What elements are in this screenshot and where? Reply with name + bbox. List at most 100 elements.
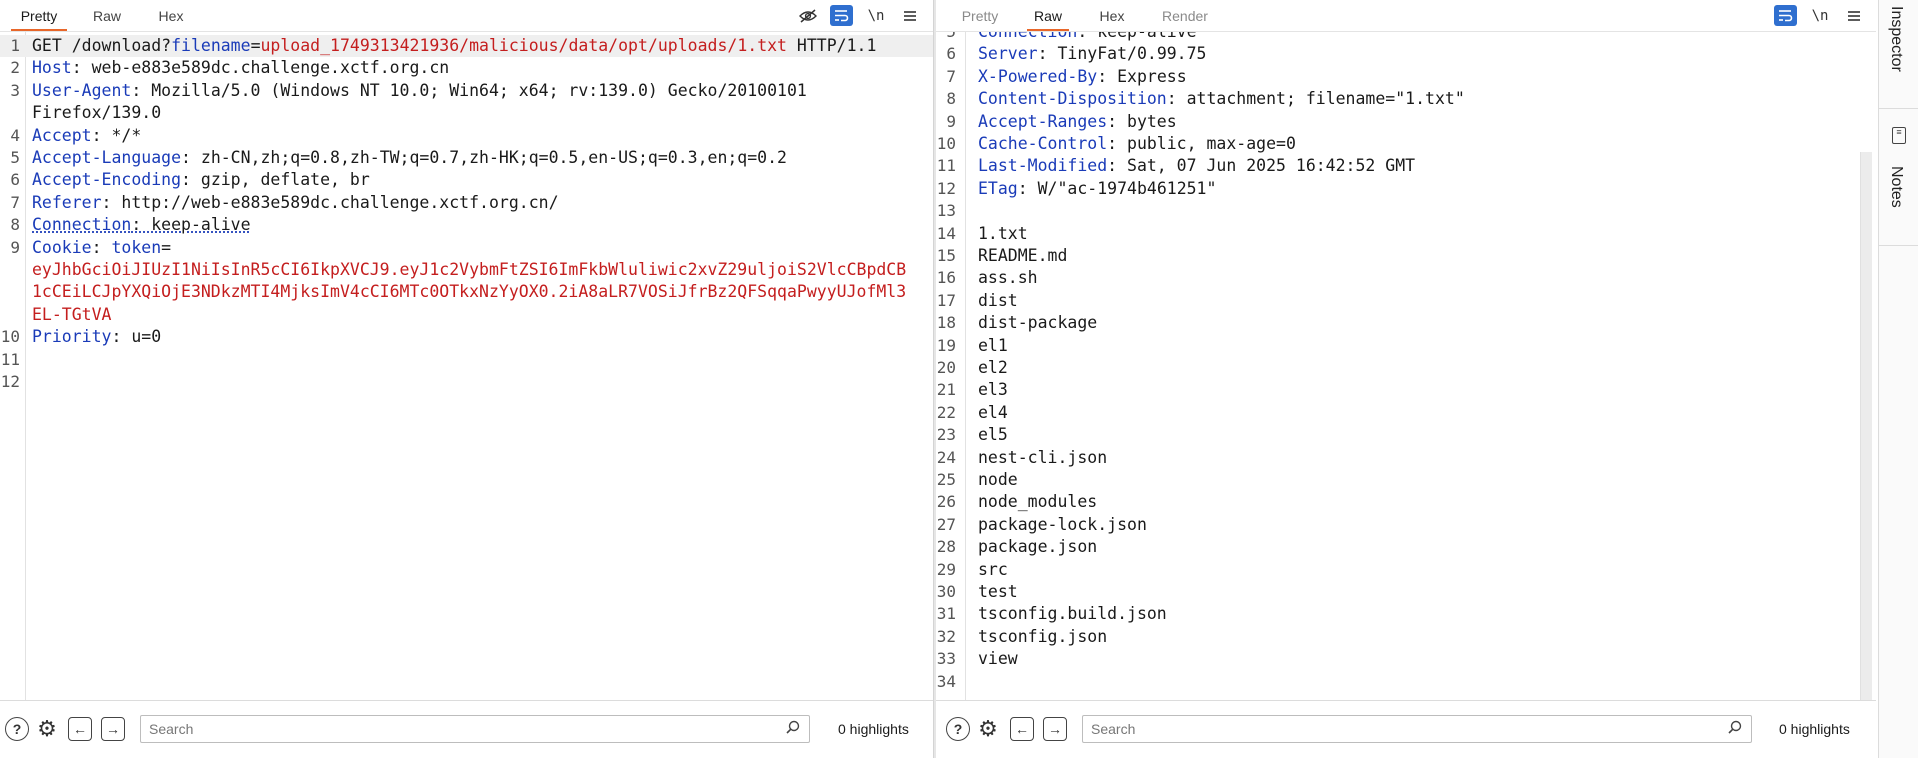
request-editor[interactable]: 1 GET /download?filename=upload_174931342… — [0, 32, 933, 700]
code-text: package.json — [978, 536, 1097, 558]
code-line[interactable]: 8 Content-Disposition: attachment; filena… — [936, 88, 1876, 110]
code-line[interactable]: 18 dist-package — [936, 312, 1876, 334]
line-number: 9 — [946, 111, 956, 131]
code-line[interactable]: 4 Accept: */* — [0, 125, 933, 147]
newline-toggle[interactable]: \n — [1808, 4, 1832, 28]
code-text: src — [978, 559, 1008, 581]
gear-icon[interactable]: ⚙ — [976, 716, 1000, 741]
code-line[interactable]: 5 Accept-Language: zh-CN,zh;q=0.8,zh-TW;q… — [0, 147, 933, 169]
code-line[interactable]: 27 package-lock.json — [936, 514, 1876, 536]
code-line[interactable]: 7 X-Powered-By: Express — [936, 66, 1876, 88]
line-number: 10 — [0, 327, 20, 347]
code-text: X-Powered-By: Express — [978, 66, 1187, 88]
code-line[interactable]: 25 node — [936, 469, 1876, 491]
code-text: Connection: keep-alive — [978, 32, 1197, 43]
tab-hex[interactable]: Hex — [1097, 7, 1127, 31]
code-line[interactable]: 23 el5 — [936, 424, 1876, 446]
code-line[interactable]: 5 Connection: keep-alive — [936, 32, 1876, 43]
code-text: Cookie: token= — [32, 237, 171, 259]
code-line[interactable]: 10 Priority: u=0 — [0, 326, 933, 348]
code-line[interactable]: 19 el1 — [936, 335, 1876, 357]
back-arrow-icon[interactable]: ← — [68, 717, 92, 741]
wrap-icon[interactable] — [1774, 5, 1797, 26]
forward-arrow-icon[interactable]: → — [101, 717, 125, 741]
code-line[interactable]: 2 Host: web-e883e589dc.challenge.xctf.org… — [0, 57, 933, 79]
code-line[interactable]: 20 el2 — [936, 357, 1876, 379]
code-line[interactable]: 9 Cookie: token= — [0, 237, 933, 259]
menu-icon[interactable] — [1842, 4, 1866, 28]
code-line[interactable]: 11 Last-Modified: Sat, 07 Jun 2025 16:42:… — [936, 155, 1876, 177]
tab-pretty[interactable]: Pretty — [11, 7, 67, 31]
forward-arrow-icon[interactable]: → — [1043, 717, 1067, 741]
code-line[interactable]: 30 test — [936, 581, 1876, 603]
notes-tab[interactable]: Notes — [1887, 166, 1905, 208]
code-line[interactable]: 17 dist — [936, 290, 1876, 312]
code-line[interactable]: 12 — [0, 371, 933, 393]
gear-icon[interactable]: ⚙ — [35, 716, 59, 741]
notes-icon[interactable]: ≡ — [1892, 127, 1906, 144]
code-line[interactable]: 22 el4 — [936, 402, 1876, 424]
code-line[interactable]: 21 el3 — [936, 379, 1876, 401]
response-editor[interactable]: 5 Connection: keep-alive 6 Server: TinyFat/… — [936, 32, 1876, 700]
tab-render[interactable]: Render — [1160, 7, 1210, 31]
token-text: EL-TGtVA — [32, 304, 112, 324]
code-line[interactable]: 1cCEiLCJpYXQiOjE3NDkzMTI4MjksImV4cCI6MTc… — [0, 281, 933, 303]
code-line[interactable]: EL-TGtVA — [0, 304, 933, 326]
code-line[interactable]: 10 Cache-Control: public, max-age=0 — [936, 133, 1876, 155]
sidebar-divider — [1879, 245, 1918, 246]
code-text: Server: TinyFat/0.99.75 — [978, 43, 1207, 65]
code-line[interactable]: 1 GET /download?filename=upload_174931342… — [0, 35, 933, 58]
code-line[interactable]: 31 tsconfig.build.json — [936, 603, 1876, 625]
code-line[interactable]: 29 src — [936, 559, 1876, 581]
code-line[interactable]: 7 Referer: http://web-e883e589dc.challeng… — [0, 192, 933, 214]
code-line[interactable]: 8 Connection: keep-alive — [0, 214, 933, 236]
help-icon[interactable]: ? — [5, 717, 29, 741]
tab-raw[interactable]: Raw — [1027, 7, 1069, 31]
search-input[interactable] — [1082, 715, 1752, 743]
code-line[interactable]: 15 README.md — [936, 245, 1876, 267]
code-line[interactable]: 34 — [936, 671, 1876, 693]
tab-hex[interactable]: Hex — [156, 7, 186, 31]
request-pane: Pretty Raw Hex \n 1 GET /download?filenam… — [0, 0, 934, 758]
token-text: : u=0 — [111, 327, 162, 347]
wrap-icon[interactable] — [830, 5, 853, 26]
response-pane: Pretty Raw Hex Render \n 5 Connection: ke… — [936, 0, 1876, 758]
code-line[interactable]: 3 User-Agent: Mozilla/5.0 (Windows NT 10.… — [0, 80, 933, 102]
response-search-bar: ? ⚙ ← → 0 highlights — [936, 700, 1876, 756]
newline-toggle[interactable]: \n — [864, 4, 888, 28]
menu-icon[interactable] — [898, 4, 922, 28]
code-line[interactable]: eyJhbGciOiJIUzI1NiIsInR5cCI6IkpXVCJ9.eyJ… — [0, 259, 933, 281]
code-line[interactable]: 28 package.json — [936, 536, 1876, 558]
code-line[interactable]: 33 view — [936, 648, 1876, 670]
back-arrow-icon[interactable]: ← — [1010, 717, 1034, 741]
code-line[interactable]: 11 — [0, 349, 933, 371]
code-text: el5 — [978, 424, 1008, 446]
code-text: dist — [978, 290, 1018, 312]
code-line[interactable]: 26 node_modules — [936, 491, 1876, 513]
code-line[interactable]: 24 nest-cli.json — [936, 447, 1876, 469]
help-icon[interactable]: ? — [946, 717, 970, 741]
code-line[interactable]: 6 Accept-Encoding: gzip, deflate, br — [0, 169, 933, 191]
code-line[interactable]: 12 ETag: W/"ac-1974b461251" — [936, 178, 1876, 200]
eye-slash-icon[interactable] — [796, 4, 820, 28]
code-text: EL-TGtVA — [32, 304, 111, 326]
line-number: 5 — [10, 148, 20, 167]
header-name: Connection — [978, 32, 1077, 41]
token-text: : W/"ac-1974b461251" — [1017, 178, 1217, 198]
code-line[interactable]: 32 tsconfig.json — [936, 626, 1876, 648]
code-text: Priority: u=0 — [32, 326, 161, 348]
code-text: tsconfig.build.json — [978, 603, 1167, 625]
tab-raw[interactable]: Raw — [92, 7, 122, 31]
tab-pretty[interactable]: Pretty — [958, 7, 1002, 31]
code-line[interactable]: 6 Server: TinyFat/0.99.75 — [936, 43, 1876, 65]
code-line[interactable]: 13 — [936, 200, 1876, 222]
request-tabbar: Pretty Raw Hex \n — [0, 0, 933, 32]
inspector-tab[interactable]: Inspector — [1887, 6, 1905, 72]
code-line[interactable]: 14 1.txt — [936, 223, 1876, 245]
code-line[interactable]: 9 Accept-Ranges: bytes — [936, 111, 1876, 133]
code-line[interactable]: Firefox/139.0 — [0, 102, 933, 124]
highlights-count: 0 highlights — [838, 721, 909, 737]
line-number: 8 — [946, 89, 956, 109]
search-input[interactable] — [140, 715, 810, 743]
code-line[interactable]: 16 ass.sh — [936, 267, 1876, 289]
